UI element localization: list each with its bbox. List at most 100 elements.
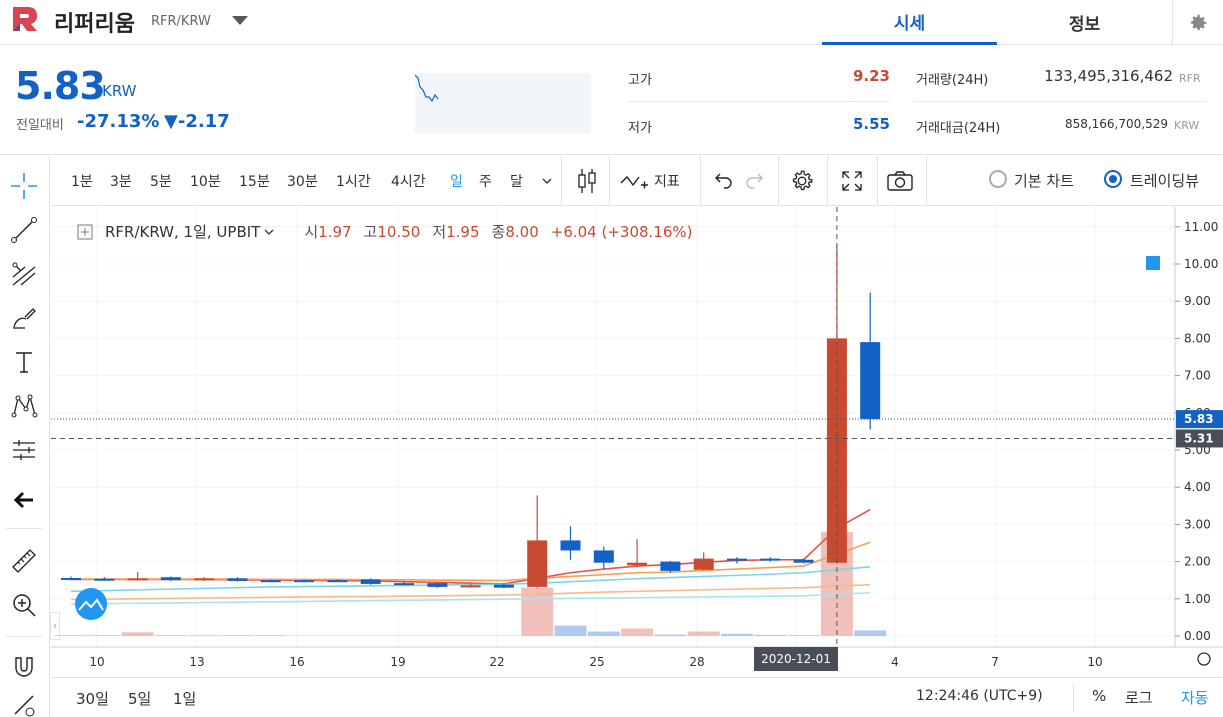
price-chart[interactable]: 11.0010.009.008.007.006.005.004.003.002.… (51, 207, 1223, 677)
lock-drawing-icon[interactable] (5, 686, 43, 717)
volume-bar (721, 633, 753, 636)
volume-bar (221, 635, 254, 636)
coin-header: 리퍼리움 RFR/KRW 시세 정보 (0, 0, 1223, 45)
interval-10m[interactable]: 10분 (190, 171, 221, 191)
mini-sparkline (414, 73, 591, 133)
candle-body (327, 580, 348, 583)
legend-open-value: 1.97 (318, 222, 352, 241)
legend-open-key: 시 (304, 223, 319, 241)
log-scale-toggle[interactable]: 로그 (1125, 687, 1153, 708)
coin-name[interactable]: 리퍼리움 (54, 6, 135, 38)
basic-chart-radio[interactable] (989, 170, 1007, 188)
range-5d[interactable]: 5일 (128, 688, 151, 709)
price-tick-label: 0.00 (1184, 629, 1211, 643)
pitchfork-tool-icon[interactable] (5, 257, 43, 291)
price-tick-label: 2.00 (1184, 555, 1211, 569)
redo-icon[interactable] (745, 166, 767, 196)
high-label: 고가 (628, 73, 652, 88)
indicator-icon[interactable] (619, 166, 649, 196)
interval-dropdown-chevron-icon[interactable] (541, 166, 553, 196)
interval-15m[interactable]: 15분 (239, 171, 270, 191)
percent-scale-toggle[interactable]: % (1092, 687, 1106, 705)
measure-tool-icon[interactable] (5, 433, 43, 467)
interval-1h[interactable]: 1시간 (336, 171, 371, 191)
volume-bar (587, 631, 620, 636)
coin-pair[interactable]: RFR/KRW (151, 14, 211, 29)
interval-1mo[interactable]: 달 (510, 171, 523, 191)
pattern-tool-icon[interactable] (5, 389, 43, 423)
candle-body (727, 558, 747, 561)
time-tick-label: 4 (891, 655, 899, 669)
auto-scale-toggle[interactable]: 자동 (1181, 687, 1209, 708)
interval-5m[interactable]: 5분 (150, 171, 172, 191)
candle-body (493, 584, 514, 588)
current-price-axis-label: 5.83 (1184, 412, 1214, 426)
upbit-chart-page: 리퍼리움 RFR/KRW 시세 정보 5.83 KRW 전일대비 -27.13%… (0, 0, 1223, 717)
candle-body (260, 580, 281, 583)
low-value: 5.55 (852, 115, 890, 133)
price-currency: KRW (102, 82, 137, 100)
text-tool-icon[interactable] (5, 345, 43, 379)
back-arrow-icon[interactable] (5, 483, 43, 517)
interval-1w[interactable]: 주 (479, 171, 492, 191)
volume-bar (154, 635, 187, 636)
current-price: 5.83 (15, 64, 106, 108)
candle-body (227, 578, 248, 581)
tab-price[interactable]: 시세 (822, 0, 997, 45)
fullscreen-icon[interactable] (840, 166, 864, 196)
crosshair-tool-icon[interactable] (5, 169, 43, 203)
axis-settings-gear-icon[interactable] (1197, 652, 1211, 666)
time-tick-label: 7 (991, 655, 999, 669)
candle-body (294, 580, 315, 583)
amount-value: 858,166,700,529 (1064, 117, 1168, 131)
range-30d[interactable]: 30일 (76, 688, 109, 709)
tradingview-label[interactable]: 트레이딩뷰 (1130, 170, 1199, 191)
candle-body (660, 561, 681, 571)
price-tick-label: 8.00 (1184, 331, 1211, 345)
magnet-icon[interactable] (5, 650, 43, 684)
indicator-button[interactable]: 지표 (654, 171, 680, 191)
tradingview-radio[interactable] (1104, 170, 1122, 188)
chart-settings-gear-icon[interactable] (789, 166, 815, 196)
brush-tool-icon[interactable] (5, 301, 43, 335)
coin-select-caret-icon[interactable] (232, 16, 248, 25)
toolbar-divider (926, 156, 927, 206)
candle-body (427, 583, 448, 587)
screenshot-camera-icon[interactable] (886, 166, 914, 196)
candle-body (460, 585, 481, 588)
volume-bar (754, 634, 787, 636)
utc-clock[interactable]: 12:24:46 (UTC+9) (916, 688, 1043, 704)
chart-bottom-bar: 30일 5일 1일 12:24:46 (UTC+9) % 로그 자동 (51, 677, 1223, 717)
interval-1d[interactable]: 일 (450, 171, 463, 191)
candle-body (394, 583, 414, 586)
interval-3m[interactable]: 3분 (110, 171, 132, 191)
legend-close-value: 8.00 (505, 222, 539, 241)
volume-bar (621, 628, 654, 636)
price-tick-label: 7.00 (1184, 369, 1211, 383)
legend-symbol[interactable]: RFR/KRW, 1일, UPBIT (105, 221, 260, 242)
interval-30m[interactable]: 30분 (287, 171, 318, 191)
tab-info[interactable]: 정보 (997, 0, 1172, 45)
time-tick-label: 28 (689, 655, 704, 669)
range-1d[interactable]: 1일 (173, 688, 196, 709)
time-tick-label: 16 (289, 655, 304, 669)
time-tick-label: 25 (589, 655, 604, 669)
price-tick-label: 4.00 (1184, 480, 1211, 494)
candle-body (194, 578, 215, 581)
interval-4h[interactable]: 4시간 (391, 171, 426, 191)
scroll-to-realtime-icon[interactable] (1146, 256, 1160, 270)
ruler-tool-icon[interactable] (5, 544, 43, 578)
volume-label: 거래량(24H) (916, 73, 989, 88)
interval-1m[interactable]: 1분 (71, 171, 93, 191)
candle-type-icon[interactable] (575, 166, 599, 196)
price-tick-label: 10.00 (1184, 257, 1218, 271)
legend-expand-icon[interactable] (77, 224, 93, 240)
toolbar-divider (6, 528, 42, 529)
zoom-in-icon[interactable] (5, 588, 43, 622)
legend-symbol-chevron-icon[interactable] (264, 227, 274, 237)
basic-chart-label[interactable]: 기본 차트 (1014, 170, 1074, 191)
trend-line-tool-icon[interactable] (5, 213, 43, 247)
amount-unit: KRW (1174, 119, 1200, 132)
undo-icon[interactable] (711, 166, 733, 196)
settings-gear-icon[interactable] (1172, 0, 1223, 45)
